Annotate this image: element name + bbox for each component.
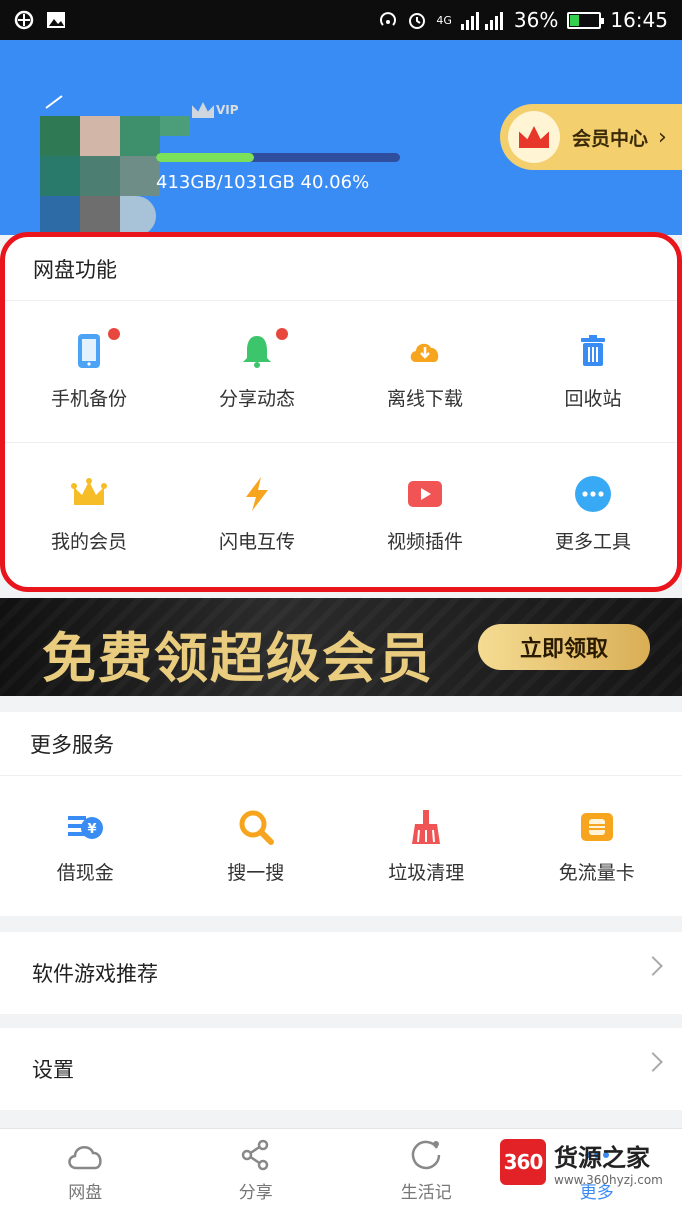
cloud-icon: [68, 1146, 102, 1170]
chevron-right-icon: [643, 1052, 663, 1072]
life-icon: [412, 1140, 441, 1170]
app-notification-icon: [14, 10, 34, 30]
tab-share[interactable]: 分享: [171, 1129, 342, 1212]
chevron-right-icon: ›: [658, 124, 667, 150]
clock: 16:45: [610, 8, 668, 32]
netdisk-functions-panel: 网盘功能 手机备份 分享动态 离线下载 回收站 我的会员 闪电互传 视频插件 更…: [0, 232, 682, 592]
phone-icon: [78, 334, 100, 368]
claim-now-button[interactable]: 立即领取: [478, 624, 650, 670]
trash-icon: [581, 335, 605, 366]
promo-text: 免费领超级会员: [42, 627, 434, 690]
settings-row[interactable]: 设置: [0, 1028, 682, 1110]
share-feed-button[interactable]: 分享动态: [173, 301, 341, 442]
battery-icon: [567, 11, 605, 29]
promo-banner[interactable]: 免费领超级会员 立即领取: [0, 598, 682, 696]
watermark-logo: 360: [500, 1139, 546, 1185]
battery-percent: 36%: [513, 8, 559, 32]
more-dots-icon: [575, 475, 611, 512]
lightning-icon: [246, 476, 268, 511]
chevron-right-icon: [643, 956, 663, 976]
svg-text:¥: ¥: [88, 822, 97, 837]
notification-dot: [276, 328, 288, 340]
junk-cleanup-button[interactable]: 垃圾清理: [341, 776, 512, 916]
software-games-recommend-row[interactable]: 软件游戏推荐: [0, 932, 682, 1014]
status-bar: 4G 36% 16:45: [0, 0, 682, 40]
signal-icon: [460, 12, 503, 30]
decoration-line: [45, 95, 63, 109]
hotspot-icon: [380, 12, 397, 26]
flash-transfer-button[interactable]: 闪电互传: [173, 443, 341, 585]
phone-backup-button[interactable]: 手机备份: [5, 301, 173, 442]
notification-dot: [108, 328, 120, 340]
tab-netdisk[interactable]: 网盘: [0, 1129, 171, 1212]
watermark-url: www.360hyzj.com: [554, 1172, 663, 1187]
site-watermark: 360 货源之家 www.360hyzj.com: [500, 1134, 682, 1190]
tab-life[interactable]: 生活记: [341, 1129, 512, 1212]
search-icon: [239, 810, 274, 845]
storage-usage-text: 413GB/1031GB 40.06%: [156, 172, 370, 193]
recycle-bin-button[interactable]: 回收站: [509, 301, 677, 442]
broom-icon: [412, 809, 441, 844]
offline-download-button[interactable]: 离线下载: [341, 301, 509, 442]
video-plugin-button[interactable]: 视频插件: [341, 443, 509, 585]
borrow-cash-button[interactable]: ¥ 借现金: [0, 776, 171, 916]
storage-progress-bar: [156, 153, 400, 162]
section-title: 网盘功能: [5, 237, 677, 301]
cash-icon: ¥: [68, 815, 104, 839]
vip-crown-icon: [192, 102, 214, 118]
search-button[interactable]: 搜一搜: [171, 776, 342, 916]
my-membership-button[interactable]: 我的会员: [5, 443, 173, 585]
account-header: VIP 413GB/1031GB 40.06% 会员中心 ›: [0, 40, 682, 236]
cloud-download-icon: [410, 343, 439, 362]
more-services-panel: 更多服务 ¥ 借现金 搜一搜 垃圾清理 免流量卡: [0, 712, 682, 916]
watermark-name: 货源之家: [554, 1143, 650, 1172]
bell-icon: [243, 336, 271, 368]
more-tools-button[interactable]: 更多工具: [509, 443, 677, 585]
network-type: 4G: [436, 13, 452, 27]
section-title: 更多服务: [0, 712, 682, 776]
video-play-icon: [408, 480, 442, 507]
vip-badge: VIP: [192, 102, 239, 118]
sim-card-icon: [580, 812, 613, 841]
share-icon: [241, 1139, 268, 1171]
free-data-card-button[interactable]: 免流量卡: [512, 776, 682, 916]
alarm-icon: [409, 13, 426, 29]
image-notification-icon: [47, 12, 65, 28]
vip-center-button[interactable]: 会员中心 ›: [500, 104, 682, 170]
crown-icon: [71, 477, 107, 505]
crown-icon: [519, 126, 549, 148]
